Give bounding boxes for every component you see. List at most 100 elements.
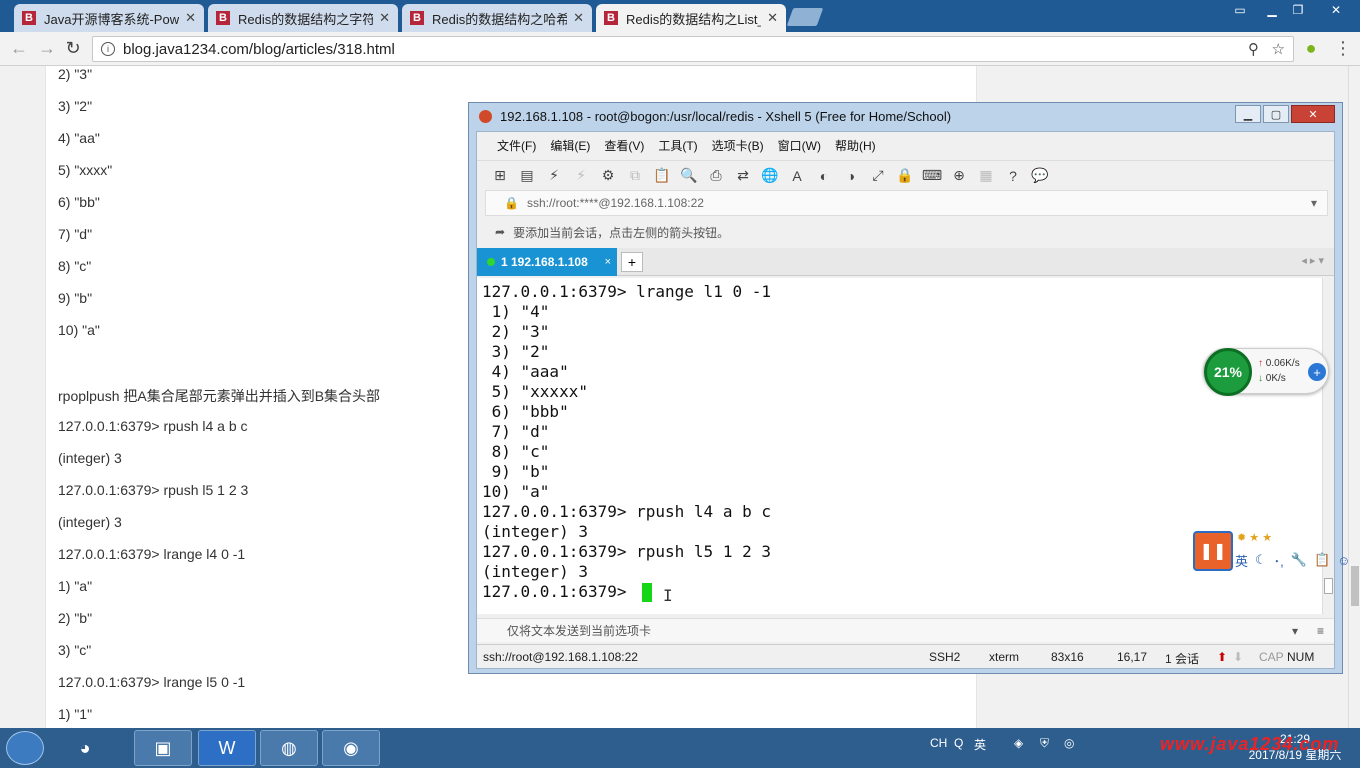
find-icon[interactable]: 🔍	[680, 167, 698, 185]
user-profile-icon[interactable]: ▭	[1226, 0, 1254, 20]
back-arrow-icon[interactable]: ←	[8, 38, 30, 59]
article-line: 10) "a"	[58, 322, 100, 338]
close-tab-icon[interactable]: ✕	[767, 10, 778, 26]
keyboard-icon[interactable]: ⌨	[922, 167, 942, 185]
address-dropdown-icon[interactable]: ▾	[1311, 196, 1317, 210]
close-session-tab-icon[interactable]: ×	[605, 256, 611, 268]
clipboard-icon[interactable]: 📋	[1314, 552, 1330, 568]
xshell-taskbar-icon[interactable]: ◍	[260, 730, 318, 766]
transfer-icon[interactable]: ⇄	[734, 167, 752, 185]
layout-icon[interactable]: ▦	[977, 167, 995, 185]
chrome-taskbar-icon[interactable]: ◉	[322, 730, 380, 766]
tray-ime-mode[interactable]: 英	[974, 736, 986, 753]
photos-app-icon[interactable]: ◕	[56, 730, 114, 766]
close-tab-icon[interactable]: ✕	[573, 10, 584, 26]
send-text-bar[interactable]: 仅将文本发送到当前选项卡 ▾ ≡	[477, 618, 1334, 642]
page-scrollbar[interactable]	[1348, 66, 1360, 728]
site-info-icon[interactable]: i	[101, 42, 115, 56]
add-session-tab-button[interactable]: +	[621, 252, 643, 272]
article-line: 1) "a"	[58, 578, 93, 594]
bookmark-star-icon[interactable]: ☆	[1272, 41, 1285, 58]
menu-tabs[interactable]: 选项卡(B)	[712, 137, 764, 154]
lock-icon[interactable]: 🔒	[896, 167, 914, 185]
url-text: blog.java1234.com/blog/articles/318.html	[123, 40, 395, 58]
send-dropdown-icon[interactable]: ▾	[1292, 624, 1298, 638]
properties-icon[interactable]: ⚙	[599, 167, 617, 185]
file-explorer-icon[interactable]: ▣	[134, 730, 192, 766]
browser-tab-2[interactable]: B Redis的数据结构之字符 ✕	[208, 4, 398, 32]
chrome-menu-icon[interactable]: ⋮	[1332, 38, 1354, 59]
xftp-icon[interactable]: ◐	[815, 167, 833, 185]
reload-icon[interactable]: ↻	[62, 38, 84, 59]
ime-language[interactable]: 英	[1235, 551, 1248, 570]
pause-icon[interactable]: ❚❚	[1193, 531, 1233, 571]
paste-icon[interactable]: 📋	[653, 167, 671, 185]
minimize-window-icon[interactable]: ▁	[1258, 0, 1286, 20]
help-icon[interactable]: ?	[1004, 167, 1022, 185]
close-window-icon[interactable]: ✕	[1322, 0, 1350, 20]
xshell-close-icon[interactable]: ✕	[1291, 105, 1335, 123]
connect-icon[interactable]: ⚡	[545, 167, 563, 185]
article-line: 6) "bb"	[58, 194, 100, 210]
print-icon[interactable]: ⎙	[707, 167, 725, 185]
chat-icon[interactable]: 💬	[1031, 167, 1049, 185]
windows-taskbar: ◕ ▣ W ◍ ◉ CH Q 英 ◈ ⛨ ◎ 21:29 2017/8/19 星…	[0, 728, 1360, 768]
menu-file[interactable]: 文件(F)	[497, 137, 536, 154]
tray-language[interactable]: CH	[930, 736, 947, 750]
menu-edit[interactable]: 编辑(E)	[550, 137, 590, 154]
tray-security-icon[interactable]: ⛨	[1040, 736, 1049, 751]
xmanager-icon[interactable]: ◑	[842, 167, 860, 185]
tray-network-icon[interactable]: ◈	[1014, 736, 1023, 750]
browser-tab-1[interactable]: B Java开源博客系统-Powe ✕	[14, 4, 204, 32]
accelerate-plus-icon[interactable]: +	[1308, 363, 1326, 381]
terminal-scrollbar-thumb[interactable]	[1324, 578, 1333, 594]
browser-tab-4[interactable]: B Redis的数据结构之List_ ✕	[596, 4, 786, 32]
globe-icon[interactable]: 🌐	[761, 167, 779, 185]
word-app-icon[interactable]: W	[198, 730, 256, 766]
new-session-icon[interactable]: ⊞	[491, 167, 509, 185]
session-tab[interactable]: 1 192.168.1.108 ×	[477, 248, 617, 276]
article-line: 7) "d"	[58, 226, 93, 242]
network-speed-widget[interactable]: 21% ↑ 0.06K/s ↓ 0K/s +	[1203, 348, 1329, 396]
tab-scroll-arrows-icon[interactable]: ◂ ▸ ▾	[1301, 254, 1324, 267]
tray-ime-icon[interactable]: Q	[954, 736, 963, 750]
menu-lines-icon[interactable]: ≡	[1317, 624, 1324, 638]
page-scrollbar-thumb[interactable]	[1351, 566, 1359, 606]
article-line: 127.0.0.1:6379> rpush l5 1 2 3	[58, 482, 249, 498]
address-bar[interactable]: i blog.java1234.com/blog/articles/318.ht…	[92, 36, 1294, 62]
arrow-session-icon[interactable]: ➦	[495, 225, 505, 239]
xshell-minimize-icon[interactable]: ▁	[1235, 105, 1261, 123]
open-folder-icon[interactable]: ▤	[518, 167, 536, 185]
punctuation-icon[interactable]: ･,	[1274, 551, 1284, 570]
font-icon[interactable]: A	[788, 167, 806, 185]
disconnect-icon[interactable]: ⚡	[572, 167, 590, 185]
session-address: ssh://root:****@192.168.1.108:22	[526, 196, 704, 210]
close-tab-icon[interactable]: ✕	[379, 10, 390, 26]
copy-icon[interactable]: ⧉	[626, 167, 644, 185]
menu-window[interactable]: 窗口(W)	[778, 137, 821, 154]
status-num: NUM	[1287, 650, 1315, 664]
restore-window-icon[interactable]: ❐	[1284, 0, 1312, 20]
status-connection: ssh://root@192.168.1.108:22	[483, 650, 638, 664]
new-tab-icon[interactable]: ⊕	[950, 167, 968, 185]
session-address-bar[interactable]: 🔒 ssh://root:****@192.168.1.108:22 ▾	[485, 190, 1328, 216]
forward-arrow-icon[interactable]: →	[36, 38, 58, 59]
article-line: 127.0.0.1:6379> rpush l4 a b c	[58, 418, 248, 434]
xshell-maximize-icon[interactable]: ▢	[1263, 105, 1289, 123]
menu-tools[interactable]: 工具(T)	[658, 137, 697, 154]
menu-help[interactable]: 帮助(H)	[835, 137, 876, 154]
tray-app-icon[interactable]: ◎	[1064, 736, 1074, 750]
terminal-line: (integer) 3	[482, 562, 588, 581]
browser-tab-3[interactable]: B Redis的数据结构之哈希 ✕	[402, 4, 592, 32]
menu-view[interactable]: 查看(V)	[604, 137, 644, 154]
moon-icon[interactable]: ☾	[1255, 552, 1267, 568]
wrench-icon[interactable]: 🔧	[1291, 552, 1307, 568]
start-button[interactable]	[6, 731, 44, 765]
terminal-line: 127.0.0.1:6379> lrange l1 0 -1	[482, 282, 771, 301]
close-tab-icon[interactable]: ✕	[185, 10, 196, 26]
smiley-icon[interactable]: ☺	[1337, 553, 1350, 568]
extension-icon[interactable]: ●	[1300, 38, 1322, 59]
new-tab-button[interactable]	[786, 8, 824, 26]
fullscreen-icon[interactable]: ⤢	[869, 167, 887, 185]
zoom-icon[interactable]: ⚲	[1248, 41, 1259, 58]
